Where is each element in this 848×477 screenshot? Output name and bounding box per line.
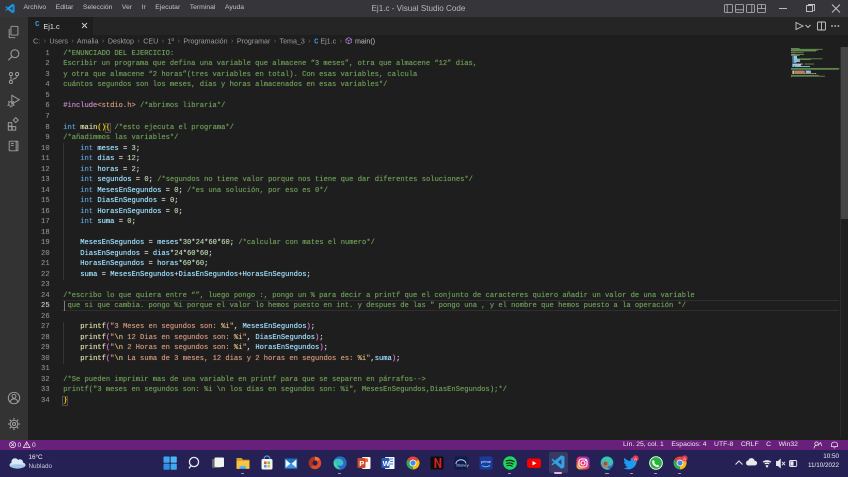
svg-text:Disney+: Disney+ bbox=[457, 463, 470, 468]
svg-text:prime: prime bbox=[481, 459, 492, 464]
svg-text:0: 0 bbox=[31, 442, 35, 448]
svg-text:P: P bbox=[359, 459, 364, 468]
svg-text:0: 0 bbox=[17, 442, 21, 448]
svg-text:W: W bbox=[383, 459, 391, 468]
